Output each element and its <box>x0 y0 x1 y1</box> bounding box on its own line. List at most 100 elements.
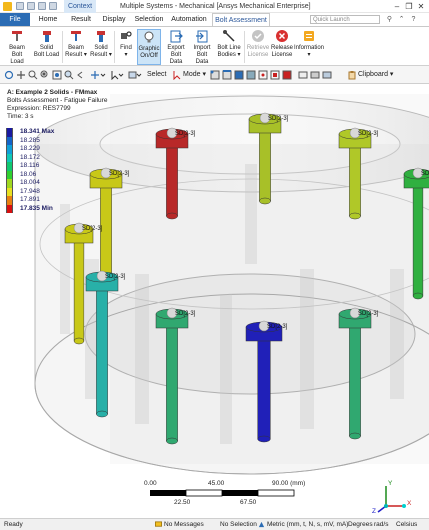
bolt-label: SD[2-3] <box>421 171 429 177</box>
save-icon[interactable] <box>16 2 24 10</box>
close-button[interactable]: ✕ <box>415 0 427 13</box>
legend-value-label: 18.172 <box>20 153 40 161</box>
pan-icon[interactable] <box>16 70 26 80</box>
tab-result[interactable]: Result <box>66 13 96 26</box>
bolt-shaft <box>166 325 178 442</box>
element-select-icon[interactable] <box>282 70 292 80</box>
maximize-button[interactable]: ❐ <box>403 0 415 13</box>
scale-tick-67-5: 67.50 <box>240 499 257 506</box>
cursor-mode-icon[interactable] <box>172 70 182 80</box>
temperature-unit-status[interactable]: Celsius <box>396 519 417 530</box>
bolt-shaft-end <box>349 432 361 440</box>
result-info: A: Example 2 Solids - FMmax Bolts Assess… <box>7 89 107 121</box>
solid-bolt-load-button[interactable]: Solid Bolt Load <box>33 29 60 65</box>
clipboard-dropdown[interactable]: Clipboard ▾ <box>358 70 393 80</box>
bolt-label: SD[2-3] <box>358 311 379 317</box>
zoom-icon[interactable] <box>28 70 38 80</box>
face-select-icon[interactable] <box>234 70 244 80</box>
find-button[interactable]: Find ▾ <box>116 29 136 65</box>
graphics-toolbar: Select Mode ▾ Clipboard ▾ <box>0 66 429 84</box>
information-label: Information ▾ <box>294 45 325 58</box>
customize-icon[interactable] <box>49 2 57 10</box>
redo-icon[interactable] <box>38 2 46 10</box>
tab-selection[interactable]: Selection <box>132 13 166 26</box>
scale-tick-45: 45.00 <box>208 480 225 487</box>
graphic-on-off-label: Graphic On/Off <box>138 46 160 59</box>
magnifier-icon[interactable] <box>64 70 74 80</box>
beam-bolt-load-label: Beam Bolt Load <box>9 45 25 65</box>
solid-result-button[interactable]: Solid Result ▾ <box>89 29 113 65</box>
named-selection-icon[interactable] <box>322 70 332 80</box>
graphic-on-off-button[interactable]: Graphic On/Off <box>137 29 161 65</box>
export-bolt-data-button[interactable]: Export Bolt Data <box>164 29 188 65</box>
search-icon[interactable]: ⚲ <box>385 15 394 24</box>
bolt-shaft <box>257 338 271 440</box>
units-icon <box>258 521 265 527</box>
bolt-line-bodies-label: Bolt Line Bodies ▾ <box>217 45 241 58</box>
release-license-button[interactable]: Release License <box>271 29 293 65</box>
result-time: Time: 3 s <box>7 113 34 120</box>
view-orientation-icon[interactable] <box>90 70 106 80</box>
ribbon-panel: Beam Bolt Load Solid Bolt Load Beam Resu… <box>0 26 429 66</box>
tab-home[interactable]: Home <box>34 13 62 26</box>
information-icon <box>304 31 314 41</box>
element-face-select-icon[interactable] <box>270 70 280 80</box>
tab-automation[interactable]: Automation <box>168 13 210 26</box>
bolt-shaft <box>349 325 361 437</box>
bolt-shaft-end <box>259 197 271 205</box>
beam-bolt-load-button[interactable]: Beam Bolt Load <box>4 29 30 65</box>
tab-bolt-assessment[interactable]: Bolt Assessment <box>212 13 270 26</box>
import-bolt-data-button[interactable]: Import Bolt Data <box>190 29 214 65</box>
retrieve-license-button[interactable]: Retrieve License <box>246 29 270 65</box>
zoom-to-fit-icon[interactable] <box>52 70 62 80</box>
legend-color-swatch <box>6 145 13 154</box>
rotate-icon[interactable] <box>4 70 14 80</box>
title-bar: Context Multiple Systems - Mechanical [A… <box>0 0 429 13</box>
information-button[interactable]: Information ▾ <box>294 29 324 65</box>
context-tab[interactable]: Context <box>64 0 96 13</box>
select-mode-icon[interactable] <box>110 70 124 80</box>
help-icon[interactable]: ? <box>409 15 418 24</box>
quick-launch-input[interactable]: Quick Launch <box>310 15 380 24</box>
body-select-icon[interactable] <box>246 70 256 80</box>
bolt-shaft <box>73 240 85 342</box>
bolt-label: SD[2-3] <box>267 324 288 330</box>
units-status[interactable]: Metric (mm, t, N, s, mV, mA) <box>258 519 348 530</box>
import-icon <box>196 30 208 43</box>
legend-color-swatch <box>6 128 13 137</box>
graphics-viewport[interactable]: SD[2-3] SD[2-3] SD[2-3] SD[2-3] SD[2-3] SD[2-… <box>0 84 429 518</box>
solid-bolt-load-icon <box>42 31 51 42</box>
node-select-icon[interactable] <box>258 70 268 80</box>
bolt-label: SD[2-3] <box>175 131 196 137</box>
box-zoom-icon[interactable] <box>40 70 50 80</box>
messages-status[interactable]: No Messages <box>155 519 204 530</box>
messages-label: No Messages <box>164 521 204 528</box>
legend-color-swatch <box>6 187 13 196</box>
legend-color-swatch <box>6 162 13 171</box>
selection-filter-icon[interactable] <box>128 70 142 80</box>
tab-display[interactable]: Display <box>98 13 130 26</box>
beam-result-button[interactable]: Beam Result ▾ <box>64 29 88 65</box>
select-all-icon[interactable] <box>310 70 320 80</box>
select-label[interactable]: Select <box>147 70 166 80</box>
import-bolt-data-label: Import Bolt Data <box>193 45 211 65</box>
bolt-label: SD[2-3] <box>175 311 196 317</box>
angle-unit-status[interactable]: Degrees <box>348 519 373 530</box>
previous-view-icon[interactable] <box>76 70 86 80</box>
rotational-unit-status[interactable]: rad/s <box>374 519 388 530</box>
tab-file[interactable]: File <box>0 13 30 26</box>
ansys-logo-icon <box>3 2 12 11</box>
result-subtitle: Bolts Assessment - Fatigue Failure <box>7 97 108 104</box>
bolt-line-bodies-button[interactable]: Bolt Line Bodies ▾ <box>216 29 242 65</box>
bolt-label: SD[2-3] <box>358 131 379 137</box>
expand-ribbon-icon[interactable]: ⌃ <box>397 15 406 24</box>
vertex-select-icon[interactable] <box>210 70 220 80</box>
edge-select-icon[interactable] <box>222 70 232 80</box>
undo-icon[interactable] <box>27 2 35 10</box>
mode-dropdown[interactable]: Mode ▾ <box>183 70 206 80</box>
minimize-button[interactable]: – <box>391 0 403 13</box>
extend-selection-icon[interactable] <box>298 70 308 80</box>
bolt-shaft-end <box>96 410 108 418</box>
bolt-shaft-end <box>166 437 178 445</box>
solid-bolt-load-label: Solid Bolt Load <box>33 45 60 58</box>
